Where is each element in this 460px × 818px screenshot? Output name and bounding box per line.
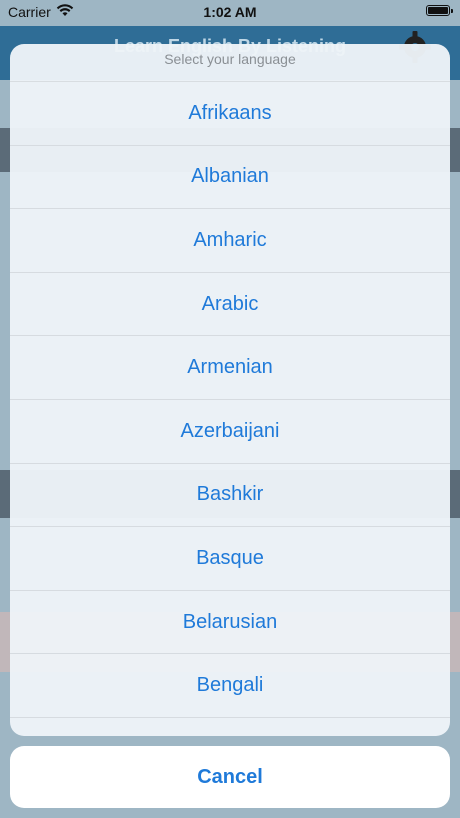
- language-action-sheet: Select your language Afrikaans Albanian …: [10, 44, 450, 736]
- language-option-arabic[interactable]: Arabic: [10, 273, 450, 337]
- cancel-button[interactable]: Cancel: [10, 746, 450, 808]
- status-time: 1:02 AM: [203, 4, 257, 20]
- battery-icon: [426, 5, 453, 16]
- language-option-armenian[interactable]: Armenian: [10, 336, 450, 400]
- language-option-afrikaans[interactable]: Afrikaans: [10, 82, 450, 146]
- language-option-belarusian[interactable]: Belarusian: [10, 591, 450, 655]
- language-option-albanian[interactable]: Albanian: [10, 146, 450, 210]
- status-bar: Carrier 1:02 AM: [0, 0, 460, 26]
- sheet-title: Select your language: [10, 44, 450, 82]
- language-option-azerbaijani[interactable]: Azerbaijani: [10, 400, 450, 464]
- language-option-bashkir[interactable]: Bashkir: [10, 464, 450, 528]
- language-option-bengali[interactable]: Bengali: [10, 654, 450, 718]
- language-option-basque[interactable]: Basque: [10, 527, 450, 591]
- language-option-amharic[interactable]: Amharic: [10, 209, 450, 273]
